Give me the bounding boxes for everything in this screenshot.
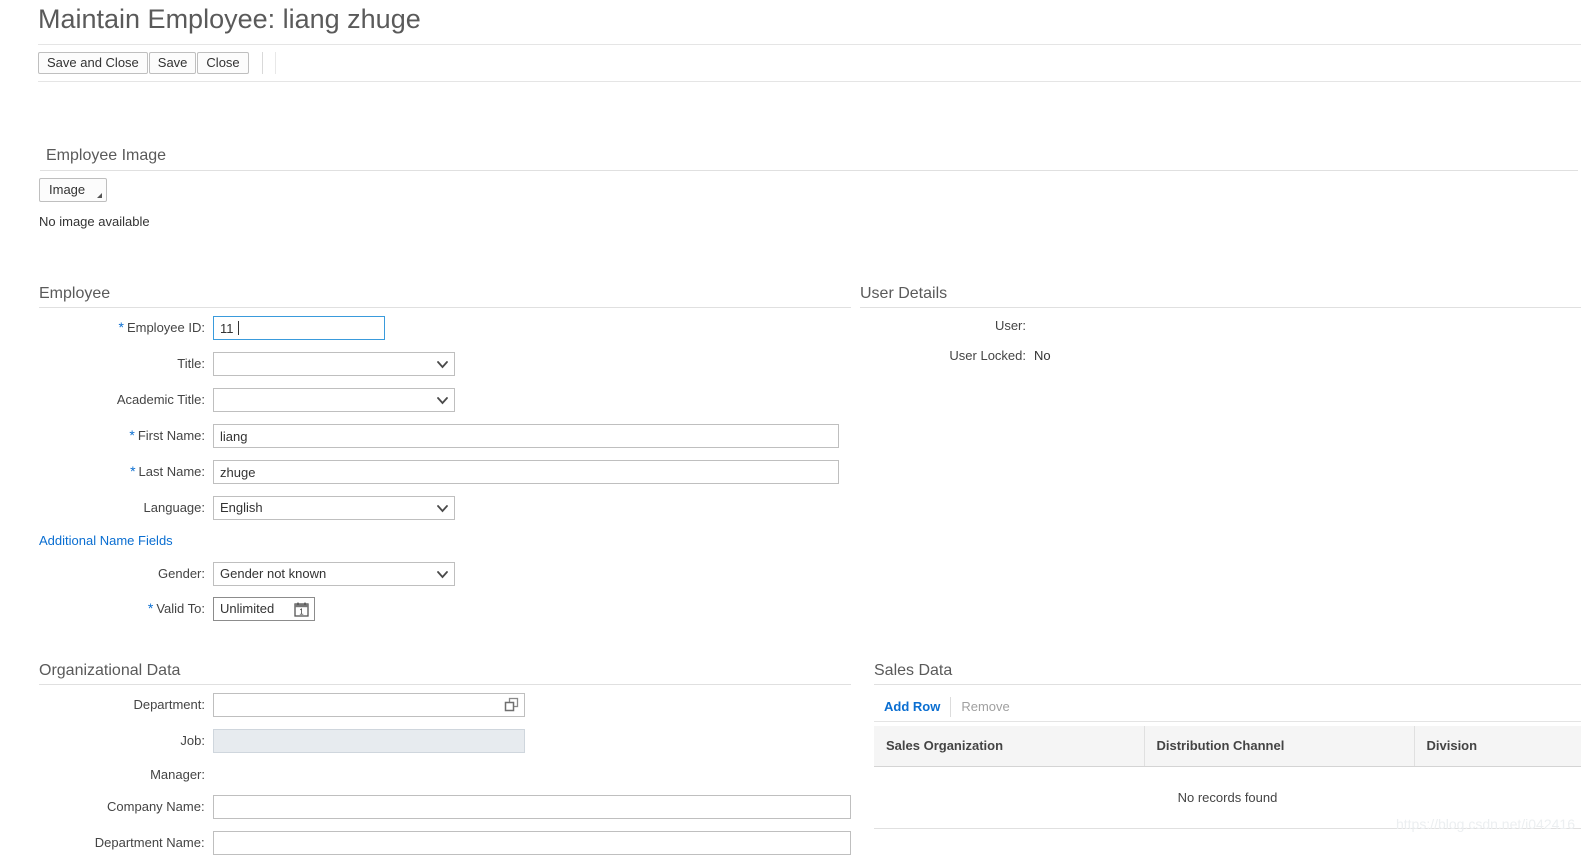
add-row-button[interactable]: Add Row — [874, 696, 950, 718]
chevron-down-icon — [437, 360, 446, 369]
academic-title-label: Academic Title: — [39, 388, 205, 412]
value-help-icon[interactable] — [504, 697, 520, 713]
title-label: Title: — [39, 352, 205, 376]
gender-label: Gender: — [39, 562, 205, 586]
language-label: Language: — [39, 496, 205, 520]
sales-table-toolbar: Add Row Remove — [874, 692, 1581, 722]
chevron-down-icon — [437, 396, 446, 405]
valid-to-date-field[interactable]: Unlimited 1 — [213, 597, 315, 621]
user-label: User: — [860, 314, 1026, 338]
user-details-section-divider — [860, 307, 1581, 308]
main-toolbar: Save and Close Save Close — [38, 44, 1581, 82]
employee-section-title: Employee — [39, 284, 110, 304]
first-name-input[interactable] — [213, 424, 839, 448]
calendar-icon[interactable]: 1 — [294, 602, 309, 617]
save-and-close-button[interactable]: Save and Close — [38, 52, 148, 74]
form-row-department: Department: — [39, 693, 851, 717]
form-row-user-locked: User Locked: No — [860, 344, 1581, 368]
form-row-user: User: — [860, 314, 1581, 338]
table-header-row: Sales Organization Distribution Channel … — [874, 726, 1581, 766]
chevron-down-icon — [97, 193, 102, 198]
form-row-employee-id: *Employee ID: — [39, 316, 851, 340]
form-row-language: Language: English — [39, 496, 851, 520]
gender-select[interactable]: Gender not known — [213, 562, 455, 586]
sales-data-table: Sales Organization Distribution Channel … — [874, 726, 1581, 829]
language-select[interactable]: English — [213, 496, 455, 520]
save-button[interactable]: Save — [149, 52, 197, 74]
department-label: Department: — [39, 693, 205, 717]
chevron-down-icon — [437, 504, 446, 513]
toolbar-separator-2 — [275, 52, 276, 74]
required-indicator: * — [119, 319, 124, 335]
form-row-manager: Manager: — [39, 763, 851, 787]
page-title: Maintain Employee: liang zhuge — [38, 0, 421, 38]
department-input[interactable] — [213, 693, 525, 717]
form-row-department-name: Department Name: — [39, 831, 851, 855]
language-select-value: English — [214, 497, 263, 519]
form-row-last-name: *Last Name: — [39, 460, 851, 484]
valid-to-label: *Valid To: — [39, 597, 205, 621]
title-select[interactable] — [213, 352, 455, 376]
toolbar-separator — [262, 52, 263, 74]
sales-data-section-divider — [874, 684, 1581, 685]
svg-text:1: 1 — [299, 607, 304, 616]
last-name-input[interactable] — [213, 460, 839, 484]
required-indicator: * — [130, 463, 135, 479]
job-input — [213, 729, 525, 753]
column-header-distribution-channel[interactable]: Distribution Channel — [1144, 726, 1414, 766]
form-row-academic-title: Academic Title: — [39, 388, 851, 412]
first-name-label: *First Name: — [39, 424, 205, 448]
form-row-title: Title: — [39, 352, 851, 376]
company-name-label: Company Name: — [39, 795, 205, 819]
sales-data-section-title: Sales Data — [874, 661, 952, 681]
column-header-division[interactable]: Division — [1414, 726, 1581, 766]
watermark-text: https://blog.csdn.net/i042416 — [1396, 816, 1575, 832]
additional-name-fields-link[interactable]: Additional Name Fields — [39, 533, 173, 548]
form-row-gender: Gender: Gender not known — [39, 562, 851, 586]
text-caret — [238, 321, 239, 335]
organizational-data-section-divider — [39, 684, 851, 685]
last-name-label: *Last Name: — [39, 460, 205, 484]
job-label: Job: — [39, 729, 205, 753]
required-indicator: * — [148, 600, 153, 616]
department-name-label: Department Name: — [39, 831, 205, 855]
user-locked-label: User Locked: — [860, 344, 1026, 368]
gender-select-value: Gender not known — [214, 563, 326, 585]
employee-section-divider — [39, 307, 851, 308]
image-menu-button-label: Image — [49, 182, 85, 197]
department-name-input[interactable] — [213, 831, 851, 855]
form-row-first-name: *First Name: — [39, 424, 851, 448]
no-image-available-text: No image available — [39, 214, 150, 229]
remove-row-button: Remove — [951, 696, 1019, 718]
form-row-job: Job: — [39, 729, 851, 753]
chevron-down-icon — [437, 570, 446, 579]
employee-image-section-divider — [40, 170, 1578, 171]
employee-id-label: *Employee ID: — [39, 316, 205, 340]
company-name-input[interactable] — [213, 795, 851, 819]
manager-label: Manager: — [39, 763, 205, 787]
employee-image-section-title: Employee Image — [46, 146, 166, 166]
organizational-data-section-title: Organizational Data — [39, 661, 180, 681]
image-menu-button[interactable]: Image — [39, 178, 107, 202]
column-header-sales-organization[interactable]: Sales Organization — [874, 726, 1144, 766]
form-row-company-name: Company Name: — [39, 795, 851, 819]
required-indicator: * — [129, 427, 134, 443]
user-details-section-title: User Details — [860, 284, 947, 304]
form-row-valid-to: *Valid To: Unlimited 1 — [39, 597, 851, 621]
user-locked-value: No — [1034, 344, 1051, 368]
academic-title-select[interactable] — [213, 388, 455, 412]
close-button[interactable]: Close — [197, 52, 248, 74]
valid-to-value: Unlimited — [214, 598, 274, 620]
